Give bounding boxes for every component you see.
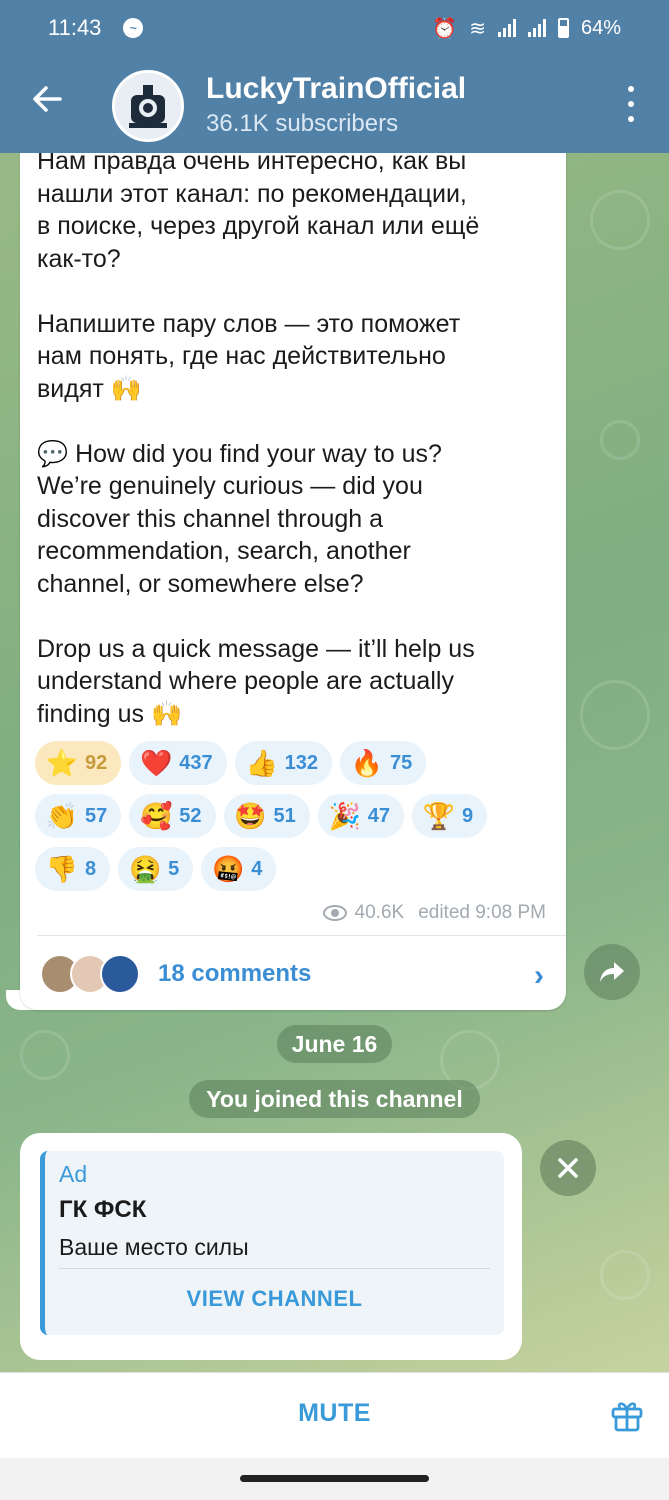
reaction-star[interactable]: ⭐ 92 (35, 741, 122, 785)
alarm-icon: ⏰ (432, 17, 458, 40)
view-channel-button[interactable]: VIEW CHANNEL (45, 1286, 504, 1312)
home-indicator[interactable] (240, 1475, 429, 1482)
channel-title[interactable]: LuckyTrainOfficial (206, 72, 466, 106)
ad-divider (59, 1268, 490, 1269)
reaction-count: 92 (85, 751, 108, 774)
battery-icon (557, 18, 569, 38)
status-bar: 11:43 ~ ⏰ ≋ 64% (0, 0, 669, 56)
commenter-avatar (100, 954, 140, 994)
gift-icon[interactable] (609, 1397, 645, 1433)
channel-avatar[interactable] (112, 70, 184, 142)
reaction-count: 437 (179, 751, 213, 774)
service-message: You joined this channel (189, 1080, 480, 1118)
chat-header: LuckyTrainOfficial 36.1K subscribers (0, 56, 669, 153)
bottom-bar: MUTE (0, 1372, 669, 1458)
signal-icon (497, 19, 516, 37)
thumbs-up-icon: 👍 (245, 747, 278, 778)
swearing-face-icon: 🤬 (212, 853, 245, 884)
wifi-icon: ≋ (469, 17, 486, 40)
reaction-star-eyes[interactable]: 🤩 51 (223, 794, 310, 838)
views-eye-icon (322, 905, 347, 921)
heart-icon: ❤️ (140, 747, 173, 778)
top-bar: 11:43 ~ ⏰ ≋ 64% LuckyTrainOfficial 36.1K… (0, 0, 669, 153)
trophy-icon: 🏆 (422, 800, 456, 831)
more-options-icon[interactable] (625, 86, 637, 122)
love-face-icon: 🥰 (140, 800, 173, 831)
reaction-fire[interactable]: 🔥 75 (340, 741, 427, 785)
reaction-count: 75 (390, 751, 413, 774)
ad-description: Ваше место силы (59, 1234, 249, 1260)
messenger-icon: ~ (123, 18, 144, 38)
reaction-party[interactable]: 🎉 47 (317, 794, 404, 838)
star-icon: ⭐ (45, 747, 79, 778)
fire-icon: 🔥 (350, 747, 384, 778)
reaction-count: 9 (462, 804, 474, 827)
edited-time: edited 9:08 PM (418, 902, 546, 923)
star-eyes-icon: 🤩 (234, 800, 267, 831)
reaction-thumbs-down[interactable]: 👎 8 (35, 847, 111, 891)
reaction-count: 57 (85, 804, 108, 827)
reaction-count: 52 (179, 804, 202, 827)
sponsored-message: Ad ГК ФСК Ваше место силы VIEW CHANNEL (20, 1133, 522, 1360)
ad-label: Ad (59, 1161, 88, 1187)
battery-level: 64% (580, 16, 621, 39)
vomit-face-icon: 🤮 (128, 853, 162, 884)
reaction-clap[interactable]: 👏 57 (35, 794, 122, 838)
reaction-swearing[interactable]: 🤬 4 (201, 847, 277, 891)
status-time: 11:43 (48, 15, 102, 40)
ad-title: ГК ФСК (59, 1196, 147, 1223)
share-icon[interactable] (584, 944, 640, 1000)
reaction-vomit[interactable]: 🤮 5 (118, 847, 194, 891)
reactions: ⭐ 92 ❤️ 437 👍 132 🔥 75 👏 57 🥰 52 🤩 51 🎉 47 🏆 9 👎 8… (35, 741, 555, 900)
message-meta: 40.6K edited 9:08 PM (322, 902, 546, 924)
back-arrow-icon[interactable] (30, 82, 70, 122)
clap-icon: 👏 (45, 800, 79, 831)
signal-icon-2 (527, 19, 546, 37)
reaction-love-face[interactable]: 🥰 52 (129, 794, 216, 838)
reaction-count: 51 (273, 804, 296, 827)
message-text: Нам правда очень интересно, как вы нашли… (37, 147, 480, 728)
party-popper-icon: 🎉 (328, 800, 361, 831)
divider (37, 935, 566, 936)
message-bubble[interactable]: Нам правда очень интересно, как вы нашли… (20, 100, 566, 1010)
mute-button[interactable]: MUTE (0, 1399, 669, 1428)
reaction-count: 47 (367, 804, 390, 827)
chevron-right-icon: › (534, 959, 544, 992)
view-count: 40.6K (354, 902, 405, 923)
date-pill: June 16 (277, 1025, 392, 1063)
close-ad-icon[interactable] (540, 1140, 596, 1196)
reaction-count: 132 (284, 751, 318, 774)
reaction-heart[interactable]: ❤️ 437 (129, 741, 227, 785)
reaction-count: 8 (85, 857, 97, 880)
system-nav-bar (0, 1458, 669, 1500)
reaction-thumbs-up[interactable]: 👍 132 (234, 741, 332, 785)
thumbs-down-icon: 👎 (45, 853, 79, 884)
comments-label: 18 comments (158, 960, 312, 987)
comments-button[interactable]: 18 comments › (40, 945, 548, 1003)
subscriber-count: 36.1K subscribers (206, 110, 399, 137)
reaction-count: 4 (251, 857, 263, 880)
reaction-trophy[interactable]: 🏆 9 (412, 794, 488, 838)
reaction-count: 5 (168, 857, 180, 880)
ad-card[interactable]: Ad ГК ФСК Ваше место силы VIEW CHANNEL (40, 1151, 504, 1335)
